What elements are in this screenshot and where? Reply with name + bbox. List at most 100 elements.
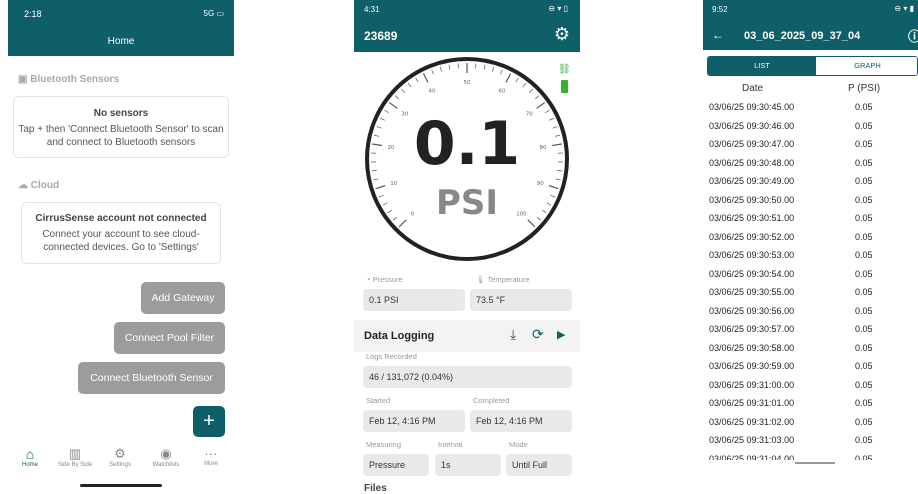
cell-pressure: 0.05 xyxy=(855,121,873,131)
table-row: 03/06/25 09:30:47.00 0.05 xyxy=(703,135,918,154)
bluetooth-section-header: ▣ Bluetooth Sensors xyxy=(18,74,119,85)
gauge-tick-label: 40 xyxy=(429,88,436,94)
gauge-tick-label: 70 xyxy=(526,112,533,118)
file-title: 03_06_2025_09_37_04 xyxy=(744,30,860,42)
app-header: 9:52 ⊖ ▾ ▮ ← 03_06_2025_09_37_04 ⓘ xyxy=(703,0,918,50)
gauge-tick-label: 100 xyxy=(516,211,527,217)
nav-side-by-side[interactable]: ▥Side By Side xyxy=(54,446,96,468)
cell-date: 03/06/25 09:30:58.00 xyxy=(709,343,794,353)
cell-date: 03/06/25 09:30:45.00 xyxy=(709,102,794,112)
no-sensors-card: No sensors Tap + then 'Connect Bluetooth… xyxy=(13,96,229,158)
data-logging-header: Data Logging ⤓ ⟳ ▶ xyxy=(354,320,580,352)
status-signal: 5G ▭ xyxy=(204,9,224,18)
tab-list[interactable]: LIST xyxy=(708,57,816,75)
status-bar: 2:18 5G ▭ xyxy=(8,0,234,28)
nav-settings[interactable]: ⚙Settings xyxy=(102,446,138,468)
nav-watchlists[interactable]: ◉Watchlists xyxy=(146,446,186,468)
cell-date: 03/06/25 09:30:51.00 xyxy=(709,213,794,223)
cell-pressure: 0.05 xyxy=(855,176,873,186)
add-fab-button[interactable]: + xyxy=(193,406,225,437)
home-icon: ⌂ xyxy=(12,446,48,462)
column-date: Date xyxy=(742,83,763,94)
log-table-body[interactable]: 03/06/25 09:30:45.000.0503/06/25 09:30:4… xyxy=(703,98,918,460)
tab-graph[interactable]: GRAPH xyxy=(816,57,918,75)
table-row: 03/06/25 09:30:57.00 0.05 xyxy=(703,320,918,339)
status-icons: ⊖ ▾ ▮ xyxy=(894,4,914,13)
bluetooth-icon: ▣ xyxy=(18,74,27,85)
connect-pool-filter-button[interactable]: Connect Pool Filter xyxy=(114,322,225,354)
mode-value[interactable]: Until Full xyxy=(506,454,572,476)
cell-pressure: 0.05 xyxy=(855,398,873,408)
cloud-title: CirrusSense account not connected xyxy=(22,212,220,225)
gauge-tick-label: 50 xyxy=(464,80,471,86)
gauge-tick-label: 10 xyxy=(390,181,397,187)
gauge-tick-label: 80 xyxy=(540,145,547,151)
cell-date: 03/06/25 09:30:48.00 xyxy=(709,158,794,168)
sync-icon[interactable]: ⟳ xyxy=(532,326,544,343)
table-row: 03/06/25 09:30:51.00 0.05 xyxy=(703,209,918,228)
cell-date: 03/06/25 09:30:54.00 xyxy=(709,269,794,279)
cell-pressure: 0.05 xyxy=(855,380,873,390)
device-title: 23689 xyxy=(364,29,397,43)
add-gateway-button[interactable]: Add Gateway xyxy=(141,282,225,314)
page-title: Home xyxy=(8,28,234,56)
completed-label: Completed xyxy=(473,396,509,405)
cell-date: 03/06/25 09:30:59.00 xyxy=(709,361,794,371)
temperature-value: 73.5 °F xyxy=(470,289,572,311)
completed-value: Feb 12, 4:16 PM xyxy=(470,410,572,432)
gear-icon: ⚙ xyxy=(102,446,138,462)
nav-more[interactable]: ···More xyxy=(194,446,228,467)
interval-label: Interval xyxy=(438,440,463,449)
cell-pressure: 0.05 xyxy=(855,324,873,334)
connect-bluetooth-sensor-button[interactable]: Connect Bluetooth Sensor xyxy=(78,362,225,394)
cell-pressure: 0.05 xyxy=(855,435,873,445)
cell-pressure: 0.05 xyxy=(855,139,873,149)
cell-date: 03/06/25 09:30:56.00 xyxy=(709,306,794,316)
cell-date: 03/06/25 09:31:02.00 xyxy=(709,417,794,427)
play-icon[interactable]: ▶ xyxy=(557,328,565,341)
gauge-unit: PSI xyxy=(436,183,498,223)
status-time: 9:52 xyxy=(712,5,728,14)
gauge-reading: 0.1 xyxy=(414,109,520,179)
interval-value[interactable]: 1s xyxy=(435,454,501,476)
scroll-indicator xyxy=(795,462,835,464)
cell-pressure: 0.05 xyxy=(855,195,873,205)
link-icon: ⛓ xyxy=(558,64,571,75)
table-row: 03/06/25 09:30:48.000.05 xyxy=(703,154,918,173)
gear-icon[interactable]: ⚙ xyxy=(554,24,570,45)
cell-pressure: 0.05 xyxy=(855,343,873,353)
back-arrow-icon[interactable]: ← xyxy=(712,28,724,42)
pressure-value: 0.1 PSI xyxy=(363,289,465,311)
cell-pressure: 0.05 xyxy=(855,417,873,427)
logs-recorded-value: 46 / 131,072 (0.04%) xyxy=(363,366,572,388)
measuring-label: Measuring xyxy=(366,440,401,449)
no-sensors-title: No sensors xyxy=(14,107,228,120)
table-row: 03/06/25 09:30:52.000.05 xyxy=(703,228,918,247)
bottom-navigation: ⌂Home ▥Side By Side ⚙Settings ◉Watchlist… xyxy=(8,440,234,476)
phone-gauge-screen: 4:31 ⊖ ▾ ▯ 23689 ⚙ 010203040506070809010… xyxy=(354,0,580,493)
status-time: 2:18 xyxy=(24,9,42,19)
cloud-icon: ☁ xyxy=(18,180,28,191)
cell-date: 03/06/25 09:30:53.00 xyxy=(709,250,794,260)
home-indicator xyxy=(80,484,162,487)
download-icon[interactable]: ⤓ xyxy=(510,326,516,343)
table-row: 03/06/25 09:30:59.000.05 xyxy=(703,357,918,376)
thermometer-icon: 🌡 xyxy=(476,275,486,284)
cell-date: 03/06/25 09:30:47.00 xyxy=(709,139,794,149)
phone-log-list-screen: 9:52 ⊖ ▾ ▮ ← 03_06_2025_09_37_04 ⓘ LIST … xyxy=(703,0,918,493)
files-label: Files xyxy=(364,483,387,494)
cell-pressure: 0.05 xyxy=(855,102,873,112)
cell-date: 03/06/25 09:30:57.00 xyxy=(709,324,794,334)
gauge-tick-label: 90 xyxy=(537,181,544,187)
cell-pressure: 0.05 xyxy=(855,213,873,223)
nav-home[interactable]: ⌂Home xyxy=(12,446,48,468)
table-row: 03/06/25 09:31:04.000.05 xyxy=(703,450,918,461)
cloud-text: Connect your account to see cloud-connec… xyxy=(42,229,199,253)
table-row: 03/06/25 09:30:55.000.05 xyxy=(703,283,918,302)
started-value: Feb 12, 4:16 PM xyxy=(363,410,465,432)
table-row: 03/06/25 09:31:00.000.05 xyxy=(703,376,918,395)
info-icon[interactable]: ⓘ xyxy=(908,26,918,45)
measuring-value[interactable]: Pressure xyxy=(363,454,429,476)
cell-date: 03/06/25 09:31:01.00 xyxy=(709,398,794,408)
no-sensors-text: Tap + then 'Connect Bluetooth Sensor' to… xyxy=(18,124,223,148)
